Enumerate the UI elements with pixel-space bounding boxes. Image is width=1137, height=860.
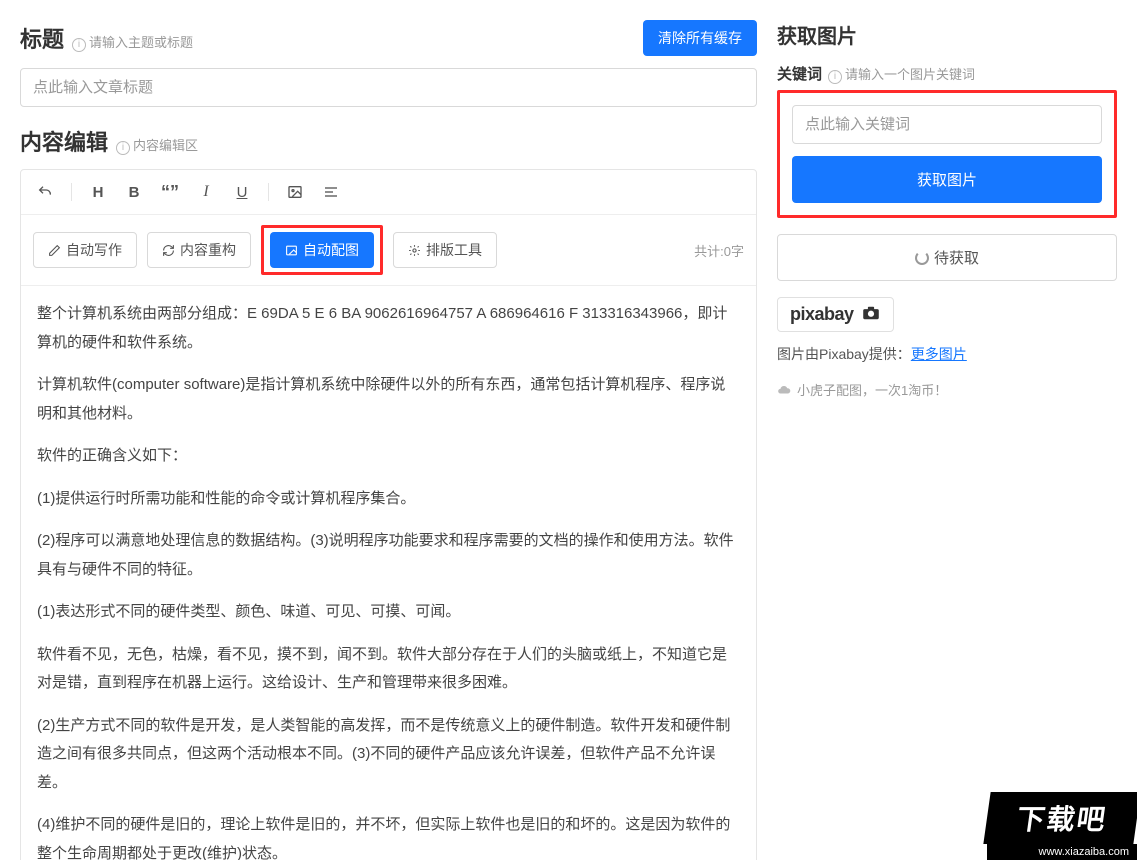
action-toolbar: 自动写作 内容重构 自动配图 排版工具 bbox=[21, 215, 756, 286]
highlight-keyword-panel: 获取图片 bbox=[777, 90, 1117, 218]
get-image-heading: 获取图片 bbox=[777, 20, 1117, 49]
word-count: 共计:0字 bbox=[694, 241, 744, 260]
camera-icon bbox=[861, 304, 881, 325]
content-paragraph: 计算机软件(computer software)是指计算机系统中除硬件以外的所有… bbox=[37, 371, 740, 428]
content-paragraph: (4)维护不同的硬件是旧的，理论上软件是旧的，并不坏，但实际上软件也是旧的和坏的… bbox=[37, 811, 740, 860]
underline-icon[interactable]: U bbox=[228, 178, 256, 206]
watermark: 下载吧 www.xiazaiba.com bbox=[987, 792, 1137, 860]
get-image-button[interactable]: 获取图片 bbox=[792, 156, 1102, 203]
italic-icon[interactable]: I bbox=[192, 178, 220, 206]
content-paragraph: 软件的正确含义如下： bbox=[37, 442, 740, 471]
content-paragraph: (1)表达形式不同的硬件类型、颜色、味道、可见、可摸、可闻。 bbox=[37, 598, 740, 627]
quote-icon[interactable]: “” bbox=[156, 178, 184, 206]
image-icon[interactable] bbox=[281, 178, 309, 206]
more-images-link[interactable]: 更多图片 bbox=[911, 346, 967, 362]
content-paragraph: (1)提供运行时所需功能和性能的命令或计算机程序集合。 bbox=[37, 485, 740, 514]
keyword-label: 关键词 bbox=[777, 63, 822, 84]
title-hint: i请输入主题或标题 bbox=[72, 32, 193, 52]
title-input[interactable] bbox=[20, 68, 757, 107]
keyword-input[interactable] bbox=[792, 105, 1102, 144]
keyword-label-row: 关键词 i请输入一个图片关键词 bbox=[777, 63, 1117, 84]
undo-icon[interactable] bbox=[31, 178, 59, 206]
align-icon[interactable] bbox=[317, 178, 345, 206]
auto-image-button[interactable]: 自动配图 bbox=[270, 232, 374, 268]
pixabay-badge: pixabay bbox=[777, 297, 894, 332]
content-heading: 内容编辑 bbox=[20, 125, 108, 157]
cloud-icon bbox=[777, 383, 791, 397]
content-paragraph: (2)程序可以满意地处理信息的数据结构。(3)说明程序功能要求和程序需要的文档的… bbox=[37, 527, 740, 584]
restructure-button[interactable]: 内容重构 bbox=[147, 232, 251, 268]
spinner-icon bbox=[915, 251, 929, 265]
pending-button[interactable]: 待获取 bbox=[777, 234, 1117, 281]
heading-icon[interactable]: H bbox=[84, 178, 112, 206]
content-paragraph: 软件看不见，无色，枯燥，看不见，摸不到，闻不到。软件大部分存在于人们的头脑或纸上… bbox=[37, 641, 740, 698]
image-source: 图片由Pixabay提供：更多图片 bbox=[777, 344, 1117, 364]
title-header: 标题 i请输入主题或标题 清除所有缓存 bbox=[20, 20, 757, 56]
title-heading: 标题 bbox=[20, 22, 64, 54]
info-icon: i bbox=[116, 141, 130, 155]
clear-cache-button[interactable]: 清除所有缓存 bbox=[643, 20, 757, 56]
content-hint: i内容编辑区 bbox=[116, 135, 198, 155]
editor-content[interactable]: 整个计算机系统由两部分组成：E 69DA 5 E 6 BA 9062616964… bbox=[21, 286, 756, 860]
info-icon: i bbox=[828, 70, 842, 84]
editor-panel: H B “” I U 自动写作 内容重构 bbox=[20, 169, 757, 860]
footer-note: 小虎子配图，一次1淘币！ bbox=[777, 380, 1117, 399]
format-toolbar: H B “” I U bbox=[21, 170, 756, 215]
highlight-auto-image: 自动配图 bbox=[261, 225, 383, 275]
info-icon: i bbox=[72, 38, 86, 52]
bold-icon[interactable]: B bbox=[120, 178, 148, 206]
auto-write-button[interactable]: 自动写作 bbox=[33, 232, 137, 268]
content-paragraph: 整个计算机系统由两部分组成：E 69DA 5 E 6 BA 9062616964… bbox=[37, 300, 740, 357]
content-paragraph: (2)生产方式不同的软件是开发，是人类智能的高发挥，而不是传统意义上的硬件制造。… bbox=[37, 712, 740, 798]
layout-tool-button[interactable]: 排版工具 bbox=[393, 232, 497, 268]
